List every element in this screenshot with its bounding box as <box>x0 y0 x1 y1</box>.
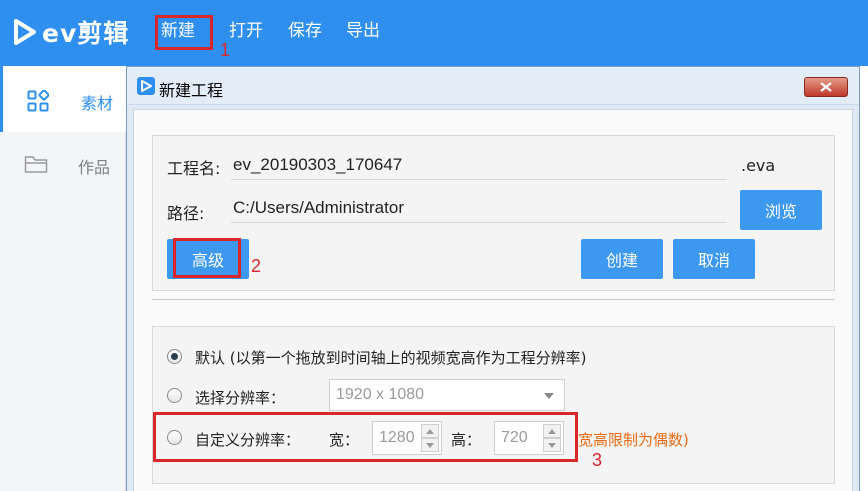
new-project-dialog: 新建工程 工程名: ev_20190303_170647 .eva 路径: C:… <box>126 66 860 491</box>
even-number-note: 宽高限制为偶数) <box>578 431 689 449</box>
menu-export[interactable]: 导出 <box>346 20 380 42</box>
cancel-button[interactable]: 取消 <box>673 239 755 279</box>
project-name-label: 工程名: <box>167 159 221 178</box>
app-logo: ev剪辑 <box>14 15 129 49</box>
play-logo-icon <box>14 19 36 45</box>
step-number-1: 1 <box>220 40 231 60</box>
app-logo-text: ev剪辑 <box>42 19 130 48</box>
highlight-box-custom-resolution <box>153 412 578 462</box>
divider <box>152 299 835 300</box>
sidebar-item-works[interactable]: 作品 <box>0 132 126 192</box>
menu-save[interactable]: 保存 <box>288 20 322 42</box>
step-number-3: 3 <box>592 450 603 470</box>
resolution-panel: 默认 (以第一个拖放到时间轴上的视频宽高作为工程分辨率) 选择分辨率： 1920… <box>152 326 835 484</box>
sidebar-item-label: 作品 <box>78 158 111 177</box>
close-button[interactable] <box>804 77 848 97</box>
folder-icon <box>24 156 48 173</box>
menu-open[interactable]: 打开 <box>229 20 263 42</box>
dialog-titlebar: 新建工程 <box>127 67 859 105</box>
highlight-box-new <box>155 15 213 50</box>
path-underline <box>231 222 727 223</box>
radio-default-resolution[interactable] <box>167 349 182 364</box>
default-resolution-label: 默认 (以第一个拖放到时间轴上的视频宽高作为工程分辨率) <box>195 349 587 367</box>
grid-icon <box>27 90 49 112</box>
play-logo-icon <box>137 77 155 95</box>
close-icon <box>820 82 832 92</box>
resolution-dropdown-value: 1920 x 1080 <box>336 386 425 403</box>
radio-select-resolution[interactable] <box>167 388 182 403</box>
dialog-body: 工程名: ev_20190303_170647 .eva 路径: C:/User… <box>133 109 853 491</box>
app-top-bar: ev剪辑 新建 打开 保存 导出 <box>0 0 868 66</box>
step-number-2: 2 <box>251 256 262 276</box>
browse-button[interactable]: 浏览 <box>740 190 822 230</box>
project-name-underline <box>231 179 727 180</box>
sidebar-item-label: 素材 <box>81 94 114 113</box>
highlight-box-advanced <box>173 238 241 278</box>
select-resolution-label: 选择分辨率： <box>195 389 286 407</box>
chevron-down-icon <box>544 393 554 399</box>
dialog-title: 新建工程 <box>159 81 224 100</box>
path-field[interactable]: C:/Users/Administrator <box>233 198 404 218</box>
sidebar: 素材 作品 <box>0 66 126 491</box>
sidebar-item-material[interactable]: 素材 <box>0 66 126 132</box>
path-label: 路径: <box>167 204 205 223</box>
project-name-field[interactable]: ev_20190303_170647 <box>233 155 402 175</box>
extension-label: .eva <box>741 156 776 175</box>
resolution-dropdown[interactable]: 1920 x 1080 <box>329 379 565 411</box>
create-button[interactable]: 创建 <box>581 239 663 279</box>
